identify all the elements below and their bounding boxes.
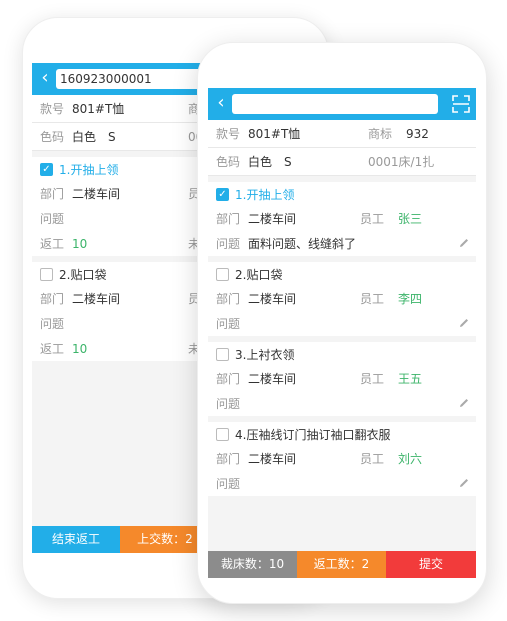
cut-count-button[interactable]: 裁床数：10 — [208, 551, 297, 578]
task-title-row[interactable]: 4.压袖线订门抽订袖口翻衣服 — [208, 422, 476, 446]
style-value: 801#T恤 — [72, 102, 125, 116]
problem-row[interactable]: 问题 — [208, 311, 476, 336]
bed-text: 0001床/1扎 — [368, 155, 435, 169]
problem-row[interactable]: 问题 — [208, 471, 476, 496]
task-card: 2.贴口袋 部门 二楼车间 员工 李四 问题 — [208, 262, 476, 336]
checkbox-unchecked[interactable] — [216, 267, 229, 281]
chevron-left-icon[interactable]: ‹ — [36, 66, 54, 90]
color-label: 色码 — [216, 155, 241, 169]
front-phone-screen: ‹ 款号 801#T恤 商标 932 色码 白色 S 0001床/1扎 ✓ 1.… — [208, 88, 476, 578]
checkbox-checked[interactable]: ✓ — [40, 162, 53, 176]
dept-employee-row: 部门 二楼车间 员工 张三 — [208, 206, 476, 231]
employee-label: 员工 — [360, 212, 385, 226]
dept-label: 部门 — [216, 212, 241, 226]
problem-row[interactable]: 问题 面料问题、线缝斜了 — [208, 231, 476, 256]
employee-label: 员工 — [360, 372, 385, 386]
front-search-input[interactable] — [232, 94, 438, 114]
checkbox-unchecked[interactable] — [216, 347, 229, 361]
color-label: 色码 — [40, 130, 65, 144]
dept-label: 部门 — [40, 187, 65, 201]
dept-value: 二楼车间 — [248, 212, 297, 226]
employee-label: 员工 — [360, 292, 385, 306]
problem-label: 问题 — [40, 212, 65, 226]
trademark-label: 商标 — [368, 127, 393, 141]
style-value: 801#T恤 — [248, 127, 301, 141]
size-value: S — [284, 154, 292, 169]
style-label: 款号 — [40, 102, 65, 116]
dept-employee-row: 部门 二楼车间 员工 刘六 — [208, 446, 476, 471]
rework-value: 10 — [72, 341, 88, 356]
rework-count-button[interactable]: 返工数：2 — [297, 551, 386, 578]
dept-label: 部门 — [216, 372, 241, 386]
dept-employee-row: 部门 二楼车间 员工 王五 — [208, 366, 476, 391]
employee-value: 张三 — [398, 212, 423, 226]
pencil-icon[interactable] — [458, 397, 470, 409]
front-color-row: 色码 白色 S 0001床/1扎 — [208, 148, 476, 176]
style-label: 款号 — [216, 127, 241, 141]
problem-label: 问题 — [216, 397, 241, 411]
employee-label: 员工 — [360, 452, 385, 466]
problem-label: 问题 — [216, 237, 241, 251]
rework-label: 返工 — [40, 342, 65, 356]
dept-value: 二楼车间 — [248, 372, 297, 386]
dept-value: 二楼车间 — [248, 452, 297, 466]
submit-button[interactable]: 提交 — [386, 551, 476, 578]
dept-employee-row: 部门 二楼车间 员工 李四 — [208, 286, 476, 311]
task-title: 4.压袖线订门抽订袖口翻衣服 — [235, 427, 391, 442]
front-bottom-bar: 裁床数：10 返工数：2 提交 — [208, 551, 476, 578]
color-value: 白色 — [72, 130, 97, 144]
front-header: ‹ — [208, 88, 476, 120]
dept-label: 部门 — [40, 292, 65, 306]
problem-value: 面料问题、线缝斜了 — [248, 237, 357, 251]
rework-value: 10 — [72, 236, 88, 251]
task-card: ✓ 1.开抽上领 部门 二楼车间 员工 张三 问题 面料问题、线缝斜了 — [208, 182, 476, 256]
checkbox-unchecked[interactable] — [40, 267, 53, 281]
front-phone-frame: ‹ 款号 801#T恤 商标 932 色码 白色 S 0001床/1扎 ✓ 1.… — [197, 42, 487, 604]
employee-value: 李四 — [398, 292, 423, 306]
task-title: 3.上衬衣领 — [235, 347, 295, 362]
task-title: 1.开抽上领 — [59, 162, 119, 177]
checkbox-unchecked[interactable] — [216, 427, 229, 441]
dept-label: 部门 — [216, 452, 241, 466]
task-title-row[interactable]: 3.上衬衣领 — [208, 342, 476, 366]
rework-label: 返工 — [40, 237, 65, 251]
problem-label: 问题 — [216, 477, 241, 491]
end-rework-button[interactable]: 结束返工 — [32, 526, 120, 553]
color-value: 白色 — [248, 155, 273, 169]
task-title-row[interactable]: ✓ 1.开抽上领 — [208, 182, 476, 206]
task-card: 3.上衬衣领 部门 二楼车间 员工 王五 问题 — [208, 342, 476, 416]
pencil-icon[interactable] — [458, 477, 470, 489]
problem-label: 问题 — [40, 317, 65, 331]
size-value: S — [108, 129, 116, 144]
task-title: 2.贴口袋 — [235, 267, 283, 282]
employee-value: 王五 — [398, 372, 423, 386]
pencil-icon[interactable] — [458, 317, 470, 329]
problem-label: 问题 — [216, 317, 241, 331]
task-title: 1.开抽上领 — [235, 187, 295, 202]
task-title: 2.贴口袋 — [59, 267, 107, 282]
dept-value: 二楼车间 — [72, 292, 121, 306]
dept-value: 二楼车间 — [72, 187, 121, 201]
trademark-value: 932 — [406, 126, 429, 141]
dept-value: 二楼车间 — [248, 292, 297, 306]
dept-label: 部门 — [216, 292, 241, 306]
chevron-left-icon[interactable]: ‹ — [212, 91, 230, 115]
front-style-row: 款号 801#T恤 商标 932 — [208, 120, 476, 148]
scan-icon[interactable] — [452, 95, 470, 113]
task-card: 4.压袖线订门抽订袖口翻衣服 部门 二楼车间 员工 刘六 问题 — [208, 422, 476, 496]
checkbox-checked[interactable]: ✓ — [216, 187, 229, 201]
task-title-row[interactable]: 2.贴口袋 — [208, 262, 476, 286]
problem-row[interactable]: 问题 — [208, 391, 476, 416]
pencil-icon[interactable] — [458, 237, 470, 249]
employee-value: 刘六 — [398, 452, 423, 466]
